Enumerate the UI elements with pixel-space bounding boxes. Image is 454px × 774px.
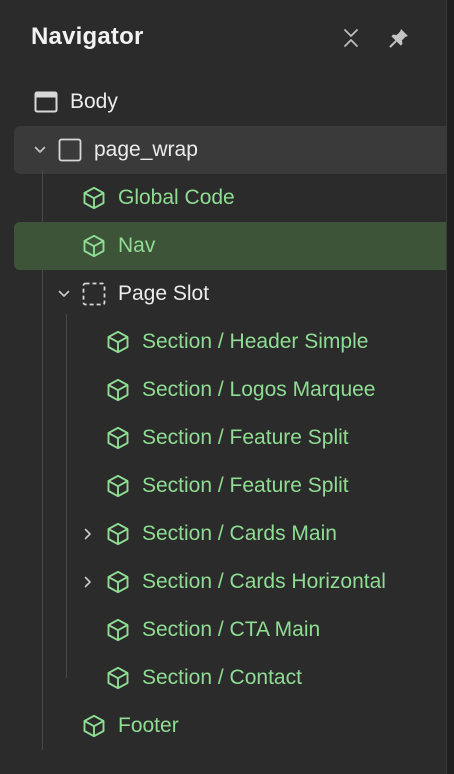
tree-item[interactable]: Footer	[0, 702, 446, 750]
tree-item-label: Page Slot	[118, 282, 210, 305]
tree-item[interactable]: Nav	[0, 222, 446, 270]
component-icon	[106, 474, 130, 498]
navigator-header: Navigator	[0, 0, 446, 76]
pin-icon	[389, 29, 408, 48]
tree-item[interactable]: Global Code	[0, 174, 446, 222]
tree-item-label: Section / Contact	[142, 666, 302, 689]
chevron-down-icon[interactable]	[54, 284, 74, 304]
collapse-all-button[interactable]	[337, 24, 365, 52]
tree-item-label: Footer	[118, 714, 179, 737]
slot-icon	[82, 282, 106, 306]
tree-indent-guide	[42, 170, 43, 750]
pin-panel-button[interactable]	[385, 24, 413, 52]
panel-edge	[446, 0, 454, 774]
navigator-panel: Navigator Body page_wrap Global Code Nav Pag…	[0, 0, 446, 774]
component-icon	[106, 570, 130, 594]
tree-item[interactable]: Page Slot	[0, 270, 446, 318]
component-icon	[82, 186, 106, 210]
div-block-icon	[58, 138, 82, 162]
panel-title: Navigator	[31, 23, 144, 50]
tree-item-label: Global Code	[118, 186, 235, 209]
tree-item-highlight	[14, 222, 446, 270]
component-icon	[82, 234, 106, 258]
component-icon	[106, 378, 130, 402]
chevron-right-icon[interactable]	[78, 524, 98, 544]
body-icon	[34, 90, 58, 114]
component-icon	[106, 666, 130, 690]
tree-item-label: Body	[70, 90, 118, 113]
component-icon	[106, 426, 130, 450]
component-icon	[106, 330, 130, 354]
tree-item-label: page_wrap	[94, 138, 198, 161]
collapse-all-icon	[344, 29, 358, 47]
tree-item-label: Section / Feature Split	[142, 474, 349, 497]
tree-item[interactable]: Body	[0, 78, 446, 126]
tree-item-label: Nav	[118, 234, 156, 257]
tree-item-label: Section / Cards Main	[142, 522, 337, 545]
tree-indent-guide	[66, 314, 67, 678]
tree-item[interactable]: page_wrap	[0, 126, 446, 174]
tree-item-label: Section / Header Simple	[142, 330, 369, 353]
chevron-right-icon[interactable]	[78, 572, 98, 592]
tree-item-label: Section / CTA Main	[142, 618, 321, 641]
component-icon	[82, 714, 106, 738]
component-icon	[106, 618, 130, 642]
tree-item-label: Section / Cards Horizontal	[142, 570, 386, 593]
tree-item-label: Section / Logos Marquee	[142, 378, 376, 401]
chevron-down-icon[interactable]	[30, 140, 50, 160]
tree-item-label: Section / Feature Split	[142, 426, 349, 449]
component-icon	[106, 522, 130, 546]
